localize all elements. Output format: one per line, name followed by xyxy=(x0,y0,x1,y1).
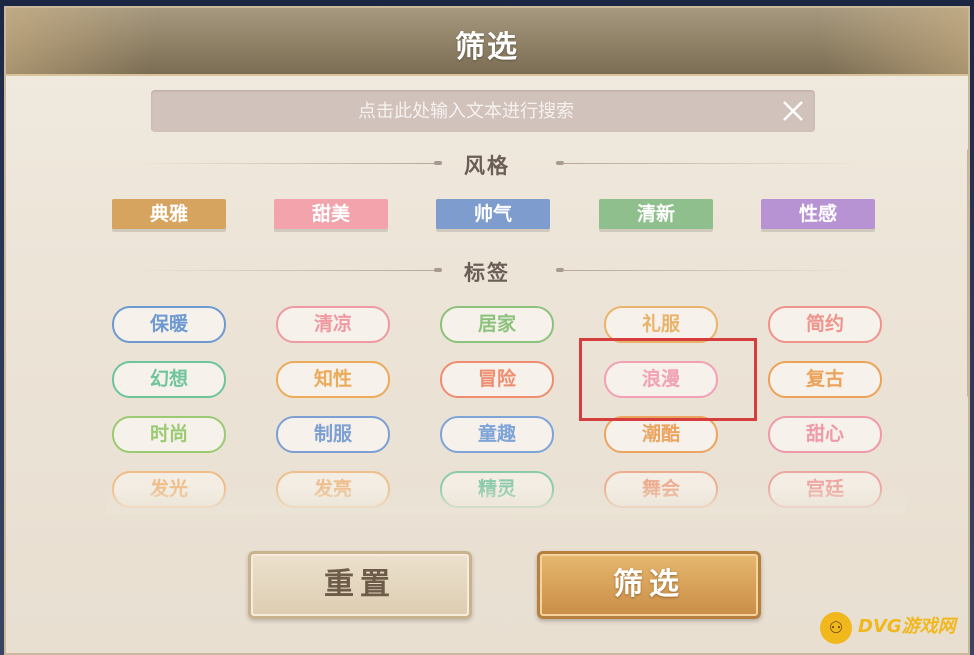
tag-pill[interactable]: 发亮 xyxy=(276,471,390,508)
watermark-text: DVG游戏网 xyxy=(858,616,956,637)
scrollbar[interactable] xyxy=(967,148,968,398)
tag-pill[interactable]: 童趣 xyxy=(440,416,554,453)
tag-pill[interactable]: 宫廷 xyxy=(768,471,882,508)
tag-pill[interactable]: 甜心 xyxy=(768,416,882,453)
watermark-logo: ⚇ DVG游戏网 xyxy=(820,610,968,646)
tag-pill[interactable]: 复古 xyxy=(768,361,882,398)
tag-pill[interactable]: 制服 xyxy=(276,416,390,453)
tag-pill[interactable]: 幻想 xyxy=(112,361,226,398)
style-button[interactable]: 甜美 xyxy=(274,199,388,229)
style-button[interactable]: 帅气 xyxy=(436,199,550,229)
tag-pill[interactable]: 时尚 xyxy=(112,416,226,453)
panel-title: 筛选 xyxy=(455,30,519,65)
tag-pill[interactable]: 简约 xyxy=(768,306,882,343)
style-button[interactable]: 典雅 xyxy=(112,199,226,229)
search-bar[interactable] xyxy=(151,90,815,132)
filter-button[interactable]: 筛选 xyxy=(537,551,761,619)
tag-pill[interactable]: 居家 xyxy=(440,306,554,343)
reset-button[interactable]: 重置 xyxy=(248,551,472,619)
tag-pill[interactable]: 保暖 xyxy=(112,306,226,343)
tag-pill[interactable]: 潮酷 xyxy=(604,416,718,453)
tag-pill[interactable]: 精灵 xyxy=(440,471,554,508)
divider-right xyxy=(562,163,862,164)
tag-pill[interactable]: 冒险 xyxy=(440,361,554,398)
style-button[interactable]: 性感 xyxy=(761,199,875,229)
section-title-style: 风格 xyxy=(464,154,510,178)
close-icon[interactable] xyxy=(777,95,809,127)
tag-pill[interactable]: 知性 xyxy=(276,361,390,398)
search-input[interactable] xyxy=(151,90,751,132)
tag-pill[interactable]: 舞会 xyxy=(604,471,718,508)
gamepad-icon: ⚇ xyxy=(820,612,852,644)
selection-highlight xyxy=(579,338,757,421)
style-button[interactable]: 清新 xyxy=(599,199,713,229)
section-title-tags: 标签 xyxy=(464,261,510,285)
tag-pill[interactable]: 发光 xyxy=(112,471,226,508)
divider-right xyxy=(562,270,862,271)
filter-panel: 筛选 风格 典雅甜美帅气清新性感 标签 保暖清凉居家礼服简约幻想知性冒险浪漫复古… xyxy=(4,6,970,655)
panel-header: 筛选 xyxy=(6,8,968,76)
tag-pill[interactable]: 清凉 xyxy=(276,306,390,343)
